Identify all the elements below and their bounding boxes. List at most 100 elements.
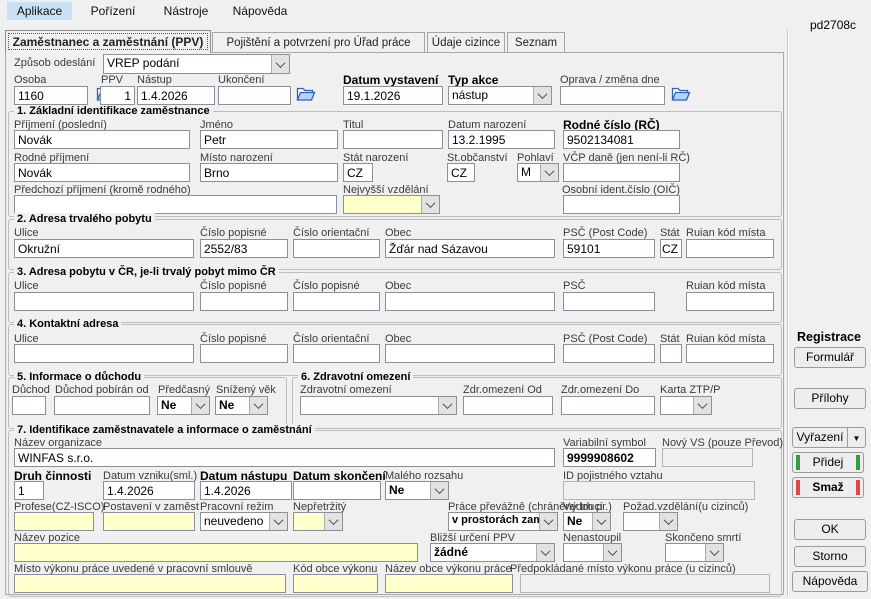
chevron-down-icon [269, 513, 287, 530]
rodne-prijmeni-field[interactable] [14, 163, 190, 182]
datum-vzniku-field[interactable] [103, 481, 195, 500]
misto-vykonu-field[interactable] [14, 574, 286, 593]
datum-vystaveni-field[interactable] [343, 86, 443, 105]
prilohy-button[interactable]: Přílohy [794, 388, 866, 409]
skonceno-smrti-combo[interactable] [665, 543, 724, 562]
menu-item-porizeni[interactable]: Pořízení [84, 2, 142, 20]
variabilni-symbol-field[interactable] [563, 448, 656, 467]
obcanstvi-field[interactable] [447, 163, 475, 182]
rodne-cislo-field[interactable] [563, 130, 680, 149]
s3-ruian-label: Ruian kód místa [686, 280, 765, 292]
open-folder-icon-ukonceni[interactable] [296, 86, 316, 103]
formular-button[interactable]: Formulář [794, 347, 866, 368]
menu-item-aplikace[interactable]: Aplikace [7, 2, 72, 20]
storno-button[interactable]: Storno [794, 546, 866, 567]
karta-ztp-combo[interactable] [660, 396, 712, 415]
open-folder-icon-oprava[interactable] [671, 86, 691, 103]
maleho-rozsahu-combo[interactable]: Ne [385, 481, 449, 500]
zdr-omezeni-do-field[interactable] [561, 396, 655, 415]
s2-ulice-field[interactable] [14, 239, 194, 258]
chevron-down-icon [430, 482, 448, 499]
nastup-field[interactable] [137, 86, 215, 105]
s2-cislo-orientacni-field[interactable] [293, 239, 380, 258]
napoveda-button[interactable]: Nápověda [792, 571, 868, 592]
s3-ruian-field[interactable] [686, 292, 774, 311]
blizsi-urceni-combo[interactable]: žádné [430, 543, 555, 562]
nejvyssi-vzdelani-combo[interactable] [343, 195, 440, 214]
duchod-field[interactable] [12, 396, 46, 415]
osoba-field[interactable] [14, 86, 88, 105]
s4-ulice-field[interactable] [14, 344, 194, 363]
zdravotni-omezeni-combo[interactable] [300, 396, 457, 415]
typ-akce-combo[interactable]: nástup [448, 86, 552, 105]
misto-narozeni-field[interactable] [200, 163, 338, 182]
s2-psc-field[interactable] [563, 239, 655, 258]
nejvyssi-vzdelani-value [344, 196, 421, 213]
datum-narozeni-field[interactable] [448, 130, 555, 149]
pridej-button[interactable]: Přidej [792, 452, 864, 473]
tab-seznam[interactable]: Seznam [507, 32, 565, 52]
oprava-field[interactable] [560, 86, 665, 105]
s2-cislo-orientacni-label: Číslo orientační [293, 227, 369, 239]
druh-cinnosti-field[interactable] [14, 481, 44, 500]
nepretrzity-combo[interactable] [293, 512, 343, 531]
s4-ruian-field[interactable] [686, 344, 774, 363]
zdravotni-omezeni-value [301, 397, 438, 414]
prace-prevazne-combo[interactable]: v prostorách zam-tele [448, 512, 558, 531]
postaveni-field[interactable] [103, 512, 195, 531]
vcp-field[interactable] [563, 163, 680, 182]
vyrazeni-dropdown-button[interactable]: ▼ [847, 427, 866, 448]
nenastoupil-combo[interactable] [563, 543, 622, 562]
pozad-vzdelani-combo[interactable] [623, 512, 678, 531]
datum-skonceni-field[interactable] [293, 481, 381, 500]
oic-field[interactable] [563, 195, 680, 214]
vyrazeni-button[interactable]: Vyřazení [792, 427, 848, 448]
s4-cislo-orientacni-field[interactable] [293, 344, 380, 363]
kod-obce-field[interactable] [293, 574, 378, 593]
zdr-omezeni-od-field[interactable] [463, 396, 553, 415]
smaz-button[interactable]: Smaž [792, 477, 864, 498]
pracovni-rezim-combo[interactable]: neuvedeno [200, 512, 288, 531]
tab-pojisteni[interactable]: Pojištění a potvrzení pro Úřad práce [212, 32, 425, 52]
s3-cislo-popisne-field[interactable] [200, 292, 288, 311]
prijmeni-field[interactable] [14, 130, 190, 149]
s3-cislo-popisne2-field[interactable] [293, 292, 380, 311]
tab-cizinec[interactable]: Údaje cizince [427, 32, 505, 52]
snizeny-vek-combo[interactable]: Ne [215, 396, 268, 415]
s2-obec-field[interactable] [385, 239, 555, 258]
jmeno-field[interactable] [200, 130, 338, 149]
pohlavi-combo[interactable]: M [517, 163, 559, 182]
datum-nastupu-field[interactable] [200, 481, 292, 500]
nazev-pozice-field[interactable] [14, 543, 418, 562]
predchozi-prijmeni-field[interactable] [14, 195, 337, 214]
nazev-organizace-field[interactable] [14, 448, 555, 467]
predcasny-combo[interactable]: Ne [157, 396, 210, 415]
chevron-down-icon [592, 513, 610, 530]
predcasny-value: Ne [158, 397, 191, 414]
s2-stat-field[interactable] [660, 239, 682, 258]
s4-cislo-popisne-field[interactable] [200, 344, 288, 363]
duchod-pobiran-field[interactable] [54, 396, 150, 415]
menu-item-napoveda[interactable]: Nápověda [226, 2, 294, 20]
s4-psc-field[interactable] [563, 344, 655, 363]
ok-button[interactable]: OK [794, 519, 866, 540]
ppv-field[interactable] [100, 86, 135, 105]
s2-ruian-field[interactable] [686, 239, 774, 258]
s3-ulice-field[interactable] [14, 292, 194, 311]
tab-zamestnanec[interactable]: Zaměstnanec a zaměstnání (PPV) [5, 30, 211, 53]
s4-stat-field[interactable] [660, 344, 682, 363]
nazev-obce-field[interactable] [385, 574, 513, 593]
titul-field[interactable] [343, 130, 443, 149]
ukonceni-field[interactable] [218, 86, 291, 105]
s3-obec-field[interactable] [385, 292, 555, 311]
stat-narozeni-field[interactable] [343, 163, 373, 182]
pozad-vzdelani-value [624, 513, 659, 530]
id-pojistneho-field [563, 481, 755, 500]
zpusob-odeslani-combo[interactable]: VREP podání [103, 54, 290, 74]
menu-item-nastroje[interactable]: Nástroje [154, 2, 218, 20]
profese-field[interactable] [14, 512, 94, 531]
s3-psc-field[interactable] [563, 292, 655, 311]
s4-obec-field[interactable] [385, 344, 555, 363]
vedouci-combo[interactable]: Ne [563, 512, 611, 531]
s2-cislo-popisne-field[interactable] [200, 239, 288, 258]
